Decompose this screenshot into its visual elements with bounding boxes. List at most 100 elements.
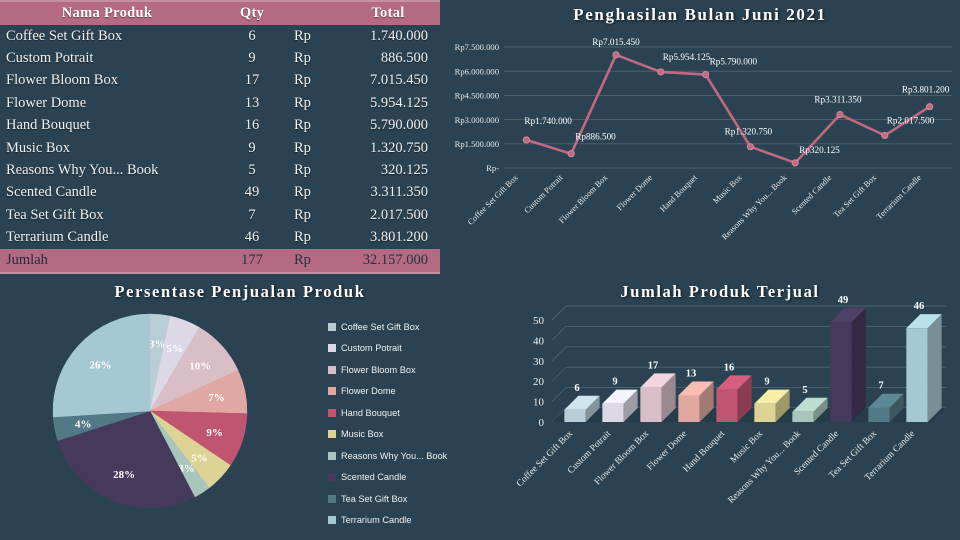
legend-item-label: Coffee Set Gift Box (341, 321, 420, 332)
cell-total-label: Jumlah (0, 248, 214, 274)
column-header-total: Total (336, 0, 440, 25)
sales-dashboard: Nama Produk Qty Total Coffee Set Gift Bo… (0, 0, 960, 540)
line-chart-data-point (567, 150, 575, 158)
cell-product-name: Coffee Set Gift Box (6, 27, 123, 44)
bar-value-label: 6 (574, 383, 579, 394)
cell-currency: Rp (294, 162, 311, 179)
legend-item[interactable]: Music Box (328, 424, 478, 446)
line-chart-category-label: Custom Potrait (523, 173, 566, 216)
cell-total: 1.320.750 (370, 139, 428, 156)
bar-value-label: 9 (764, 377, 769, 388)
cell-total: 5.790.000 (370, 117, 428, 134)
legend-item-label: Flower Dome (341, 386, 396, 397)
table-row: Scented Candle 49 Rp 3.311.350 (0, 182, 440, 204)
legend-item-label: Terrarium Candle (341, 515, 412, 526)
line-chart-data-point (746, 143, 754, 151)
line-chart-data-label: Rp3.311.350 (814, 95, 862, 105)
legend-item[interactable]: Flower Bloom Box (328, 359, 478, 381)
table-row: Tea Set Gift Box 7 Rp 2.017.500 (0, 204, 440, 226)
cell-qty: 7 (248, 206, 256, 223)
line-chart-data-label: Rp5.790.000 (710, 57, 758, 67)
pie-slice-label: 10% (189, 360, 211, 372)
cell-total: 1.740.000 (370, 27, 428, 44)
cell-total: 3.801.200 (370, 229, 428, 246)
legend-item[interactable]: Flower Dome (328, 381, 478, 403)
product-sales-table-panel: Nama Produk Qty Total Coffee Set Gift Bo… (0, 0, 440, 276)
legend-item[interactable]: Scented Candle (328, 467, 478, 489)
cell-product-name: Music Box (6, 139, 71, 156)
legend-item[interactable]: Custom Potrait (328, 338, 478, 360)
legend-swatch-icon (328, 408, 336, 417)
cell-currency: Rp (294, 72, 311, 89)
column-header-qty: Qty (214, 0, 290, 25)
line-chart-category-label: Coffee Set Gift Box (466, 172, 520, 226)
cell-qty: 49 (244, 184, 260, 201)
cell-qty: 16 (244, 117, 260, 134)
line-chart-data-label: Rp320.125 (799, 145, 840, 155)
cell-qty: 46 (244, 229, 260, 246)
cell-product-name: Terrarium Candle (6, 229, 109, 246)
line-chart-data-label: Rp2.017.500 (887, 115, 935, 125)
legend-item-label: Tea Set Gift Box (341, 493, 408, 504)
line-chart-ytick-label: Rp7.500.000 (455, 42, 499, 52)
product-sales-table: Nama Produk Qty Total Coffee Set Gift Bo… (0, 0, 440, 274)
cell-qty: 17 (244, 72, 260, 89)
bar-value-label: 49 (838, 296, 849, 306)
line-chart-ytick-label: Rp- (486, 163, 499, 173)
column-header-currency (290, 0, 336, 25)
pie-slice-label: 3% (149, 338, 166, 350)
cell-qty: 9 (248, 139, 256, 156)
bar-value-label: 16 (724, 362, 735, 373)
line-chart-ytick-label: Rp6.000.000 (455, 66, 499, 76)
legend-item-label: Music Box (341, 429, 384, 440)
table-row: Hand Bouquet 16 Rp 5.790.000 (0, 115, 440, 137)
bar-chart-ytick-label: 20 (533, 376, 545, 388)
table-row: Flower Bloom Box 17 Rp 7.015.450 (0, 70, 440, 92)
legend-swatch-icon (328, 430, 336, 439)
sales-percentage-pie-panel: Persentase Penjualan Produk 3% 5% 10% 7% 9% 5… (0, 276, 480, 540)
legend-item-label: Flower Bloom Box (341, 364, 416, 375)
cell-currency: Rp (294, 50, 311, 67)
line-chart-data-point (657, 68, 665, 76)
bar-value-label: 9 (612, 377, 617, 388)
pie-slice-label: 7% (208, 392, 225, 404)
line-chart-category-label: Scented Candle (790, 173, 834, 217)
cell-currency: Rp (294, 94, 311, 111)
bar-value-label: 17 (648, 360, 659, 371)
legend-item[interactable]: Reasons Why You... Book (328, 445, 478, 467)
line-chart-data-point (881, 131, 889, 140)
line-chart-data-point (522, 136, 531, 144)
bar-value-label: 13 (686, 368, 697, 379)
bar-chart-ytick-label: 40 (533, 335, 545, 347)
cell-total-qty: 177 (214, 248, 290, 274)
cell-total: 320.125 (380, 162, 428, 179)
cell-currency: Rp (294, 206, 311, 223)
cell-total: 2.017.500 (370, 206, 428, 223)
legend-item[interactable]: Tea Set Gift Box (328, 488, 478, 510)
cell-product-name: Custom Potrait (6, 50, 94, 67)
bar-value-label: 7 (878, 381, 883, 392)
products-sold-bar-panel: Jumlah Produk Terjual 0 10 20 30 40 50 6 9 17 13 1… (480, 276, 960, 540)
cell-product-name: Flower Bloom Box (6, 72, 118, 89)
bar-chart-category-label: Music Box (729, 429, 766, 466)
line-chart-data-point (791, 159, 799, 167)
legend-item[interactable]: Coffee Set Gift Box (328, 316, 478, 338)
line-chart-ytick-label: Rp4.500.000 (455, 91, 499, 101)
income-line-chart: Rp- Rp1.500.000 Rp3.000.000 Rp4.500.000 Rp6.… (455, 37, 952, 242)
table-total-row: Jumlah 177 Rp 32.157.000 (0, 248, 440, 274)
line-chart-data-label: Rp5.954.125 (663, 52, 711, 62)
legend-item[interactable]: Hand Bouquet (328, 402, 478, 424)
cell-total-amount: 32.157.000 (336, 248, 440, 274)
pie-chart-legend: Coffee Set Gift Box Custom Potrait Flower … (328, 316, 478, 531)
cell-qty: 6 (248, 27, 256, 44)
bar-chart-ytick-label: 0 (539, 417, 545, 429)
legend-swatch-icon (328, 516, 336, 525)
cell-currency: Rp (294, 184, 311, 201)
table-row: Terrarium Candle 46 Rp 3.801.200 (0, 227, 440, 249)
cell-total: 3.311.350 (370, 184, 428, 201)
income-line-chart-panel: Penghasilan Bulan Juni 2021 Rp- Rp1.500.0… (440, 0, 960, 276)
table-row: Coffee Set Gift Box 6 Rp 1.740.000 (0, 25, 440, 47)
cell-total: 5.954.125 (370, 94, 428, 111)
legend-item[interactable]: Terrarium Candle (328, 510, 478, 532)
cell-qty: 13 (244, 94, 260, 111)
